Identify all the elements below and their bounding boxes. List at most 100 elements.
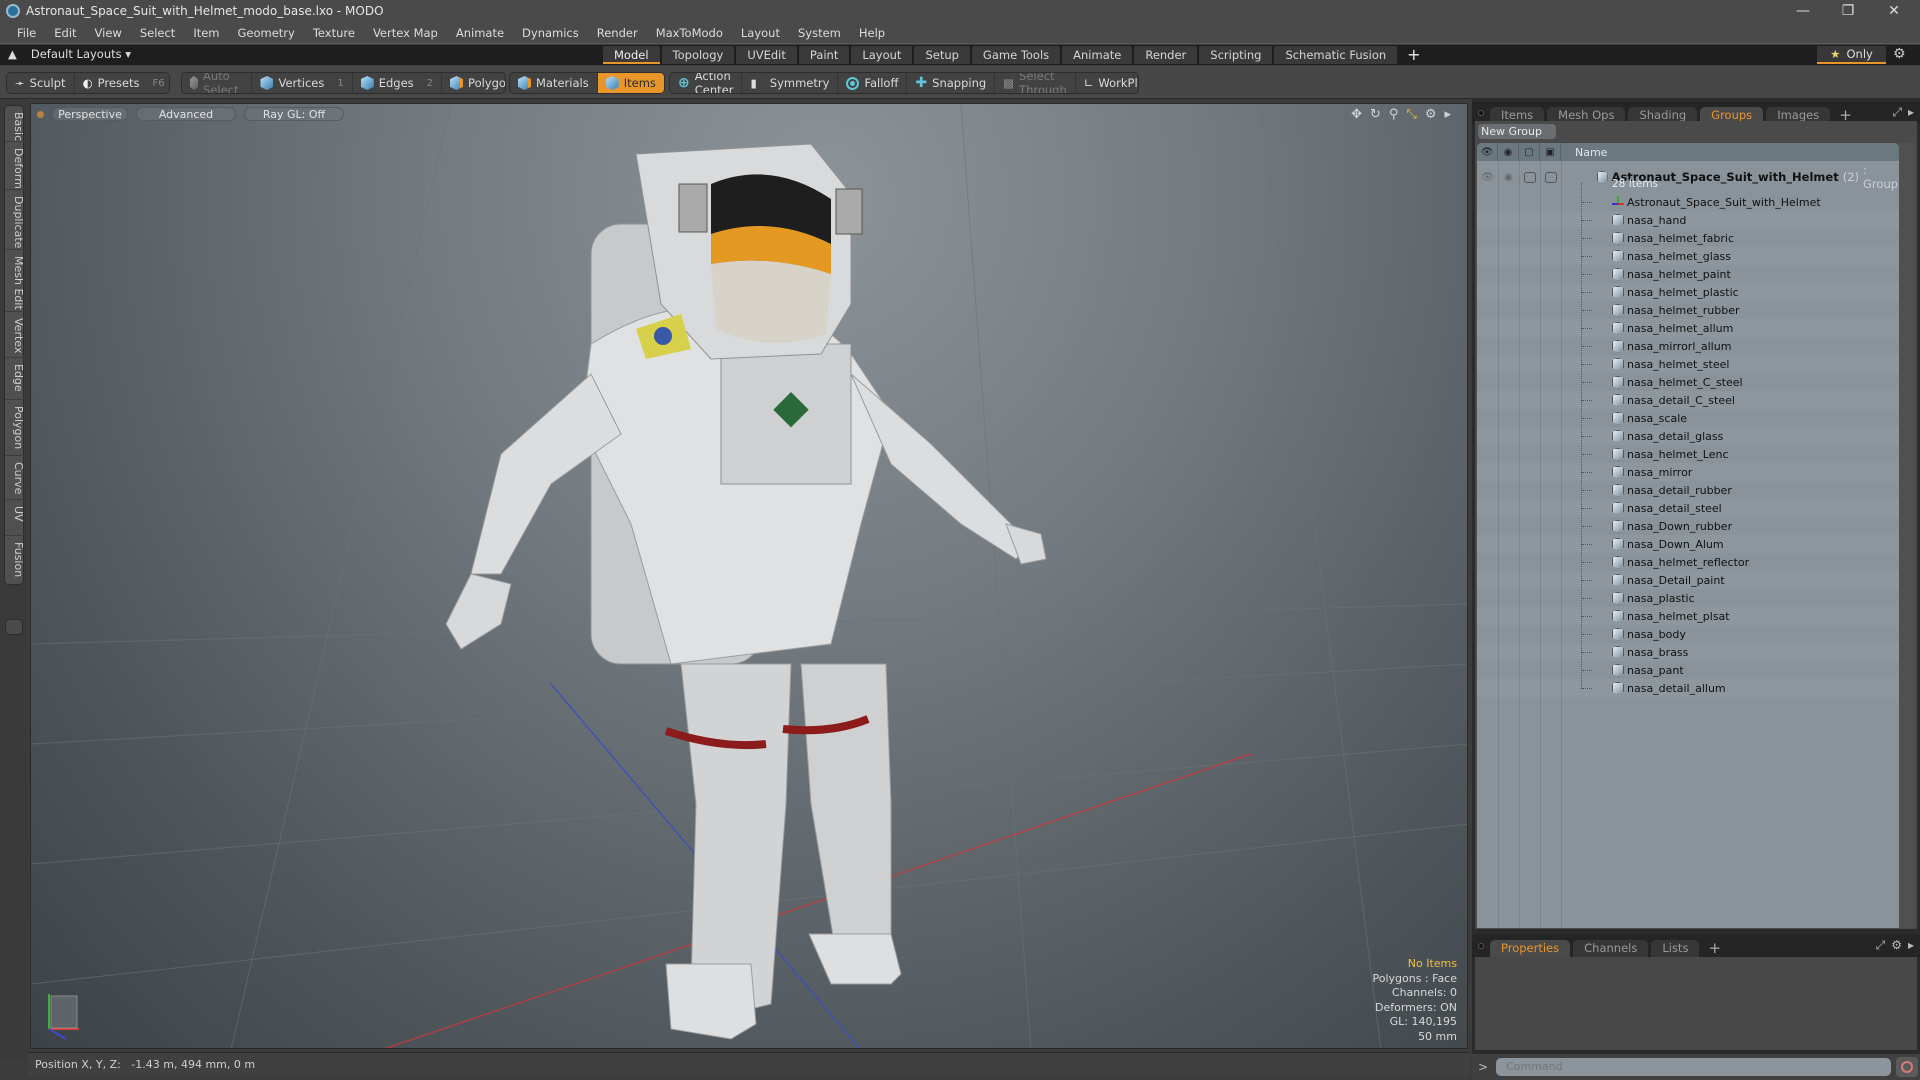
- group-item-row[interactable]: nasa_helmet_plsat: [1477, 607, 1899, 625]
- layout-arrow-icon[interactable]: ▲: [8, 47, 17, 61]
- panel-options-icon[interactable]: [1478, 110, 1484, 116]
- vtab-duplicate[interactable]: Duplicate: [5, 190, 25, 250]
- group-item-row[interactable]: nasa_detail_rubber: [1477, 481, 1899, 499]
- shading-dropdown[interactable]: Advanced: [136, 107, 236, 121]
- vtab-uv[interactable]: UV: [5, 500, 25, 536]
- group-row[interactable]: 👁 ◉ Astronaut_Space_Suit_with_Helmet (2)…: [1477, 161, 1899, 193]
- menu-render[interactable]: Render: [588, 26, 647, 40]
- group-item-row[interactable]: nasa_detail_glass: [1477, 427, 1899, 445]
- viewport-options-icon[interactable]: [37, 110, 44, 118]
- menu-geometry[interactable]: Geometry: [229, 26, 304, 40]
- tab-paint[interactable]: Paint: [798, 46, 850, 64]
- viewport-expand-arrow-icon[interactable]: ▸: [1444, 107, 1451, 122]
- rotate-icon[interactable]: ↻: [1370, 107, 1381, 122]
- visibility-column-icon[interactable]: 👁: [1477, 143, 1498, 161]
- items-button[interactable]: Items 5: [597, 73, 664, 93]
- menu-view[interactable]: View: [86, 26, 131, 40]
- menu-animate[interactable]: Animate: [447, 26, 513, 40]
- menu-texture[interactable]: Texture: [304, 26, 364, 40]
- tab-layout[interactable]: Layout: [851, 46, 913, 64]
- 3d-viewport[interactable]: Perspective Advanced Ray GL: Off ✥ ↻ ⚲ ⤡…: [30, 103, 1468, 1049]
- group-item-row[interactable]: Astronaut_Space_Suit_with_Helmet: [1477, 193, 1899, 211]
- record-macro-button[interactable]: [1896, 1057, 1919, 1077]
- group-render-toggle[interactable]: ◉: [1498, 161, 1519, 193]
- group-lock-toggle[interactable]: [1519, 161, 1540, 193]
- lock-column-icon[interactable]: ▢: [1519, 143, 1540, 161]
- vtab-mesh-edit[interactable]: Mesh Edit: [5, 250, 25, 312]
- group-item-row[interactable]: nasa_Detail_paint: [1477, 571, 1899, 589]
- menu-edit[interactable]: Edit: [45, 26, 85, 40]
- menu-vertex-map[interactable]: Vertex Map: [364, 26, 447, 40]
- group-item-row[interactable]: nasa_helmet_paint: [1477, 265, 1899, 283]
- raygl-toggle[interactable]: Ray GL: Off: [244, 107, 344, 121]
- group-item-row[interactable]: nasa_helmet_fabric: [1477, 229, 1899, 247]
- group-item-row[interactable]: nasa_helmet_Lenc: [1477, 445, 1899, 463]
- view-mode-dropdown[interactable]: Perspective: [52, 107, 128, 121]
- symmetry-button[interactable]: ▮ Symmetry: [742, 73, 839, 93]
- menu-item[interactable]: Item: [184, 26, 228, 40]
- group-item-row[interactable]: nasa_mirror: [1477, 463, 1899, 481]
- gear-icon[interactable]: ⚙: [1893, 46, 1906, 62]
- vtab-fusion[interactable]: Fusion: [5, 536, 25, 584]
- groups-scrollbar[interactable]: [1899, 143, 1915, 928]
- group-item-row[interactable]: nasa_helmet_steel: [1477, 355, 1899, 373]
- snapping-button[interactable]: ✚ Snapping: [907, 73, 996, 93]
- vtab-vertex[interactable]: Vertex: [5, 312, 25, 358]
- group-item-row[interactable]: nasa_scale: [1477, 409, 1899, 427]
- tab-schematic-fusion[interactable]: Schematic Fusion: [1274, 46, 1398, 64]
- pan-icon[interactable]: ✥: [1351, 107, 1362, 122]
- group-item-row[interactable]: nasa_detail_C_steel: [1477, 391, 1899, 409]
- select-column-icon[interactable]: ▣: [1540, 143, 1561, 161]
- minimize-button[interactable]: —: [1781, 0, 1825, 22]
- presets-button[interactable]: ◐ Presets F6: [75, 73, 169, 93]
- select-through-button[interactable]: ▩ Select Through: [995, 73, 1076, 93]
- new-group-button[interactable]: New Group: [1478, 124, 1556, 139]
- group-item-row[interactable]: nasa_body: [1477, 625, 1899, 643]
- group-item-row[interactable]: nasa_helmet_rubber: [1477, 301, 1899, 319]
- materials-button[interactable]: Materials: [510, 73, 598, 93]
- tab-animate[interactable]: Animate: [1062, 46, 1133, 64]
- group-visibility-toggle[interactable]: 👁: [1477, 161, 1498, 193]
- default-layouts-dropdown[interactable]: Default Layouts ▾: [31, 47, 131, 61]
- group-item-row[interactable]: nasa_detail_allum: [1477, 679, 1899, 697]
- maximize-button[interactable]: ❐: [1826, 0, 1870, 22]
- command-input[interactable]: [1496, 1058, 1892, 1076]
- menu-maxtomodo[interactable]: MaxToModo: [647, 26, 732, 40]
- group-item-row[interactable]: nasa_pant: [1477, 661, 1899, 679]
- vtab-edge[interactable]: Edge: [5, 358, 25, 400]
- menu-layout[interactable]: Layout: [732, 26, 789, 40]
- vertices-button[interactable]: Vertices 1: [252, 73, 353, 93]
- panel-arrow-icon[interactable]: ▸: [1908, 105, 1914, 120]
- tab-topology[interactable]: Topology: [661, 46, 735, 64]
- add-properties-tab-button[interactable]: +: [1702, 940, 1727, 957]
- action-center-button[interactable]: ⊕ Action Center: [670, 73, 743, 93]
- menu-help[interactable]: Help: [850, 26, 894, 40]
- tab-game-tools[interactable]: Game Tools: [971, 46, 1061, 64]
- vtab-deform[interactable]: Deform: [5, 142, 25, 190]
- menu-file[interactable]: File: [8, 26, 45, 40]
- menu-dynamics[interactable]: Dynamics: [513, 26, 588, 40]
- vtab-basic[interactable]: Basic: [5, 106, 25, 142]
- add-tab-button[interactable]: +: [1399, 46, 1428, 64]
- properties-arrow-icon[interactable]: ▸: [1908, 938, 1914, 953]
- group-item-row[interactable]: nasa_helmet_C_steel: [1477, 373, 1899, 391]
- viewport-gear-icon[interactable]: ⚙: [1425, 107, 1437, 122]
- group-item-row[interactable]: nasa_hand: [1477, 211, 1899, 229]
- group-item-row[interactable]: nasa_plastic: [1477, 589, 1899, 607]
- tab-render[interactable]: Render: [1134, 46, 1198, 64]
- tab-uvedit[interactable]: UVEdit: [736, 46, 797, 64]
- tab-lists[interactable]: Lists: [1651, 940, 1700, 957]
- tab-setup[interactable]: Setup: [914, 46, 970, 64]
- polygons-button[interactable]: Polygons: [442, 73, 505, 93]
- tab-properties[interactable]: Properties: [1490, 940, 1571, 957]
- tab-model[interactable]: Model: [603, 46, 660, 64]
- expand-properties-icon[interactable]: ⤢: [1876, 938, 1886, 953]
- render-column-icon[interactable]: ◉: [1498, 143, 1519, 161]
- group-select-toggle[interactable]: [1540, 161, 1561, 193]
- group-item-row[interactable]: nasa_brass: [1477, 643, 1899, 661]
- properties-gear-icon[interactable]: ⚙: [1891, 938, 1902, 953]
- zoom-icon[interactable]: ⚲: [1389, 107, 1399, 122]
- menu-select[interactable]: Select: [131, 26, 184, 40]
- workplane-button[interactable]: ∟ WorkPlane: [1076, 73, 1138, 93]
- falloff-button[interactable]: Falloff: [838, 73, 908, 93]
